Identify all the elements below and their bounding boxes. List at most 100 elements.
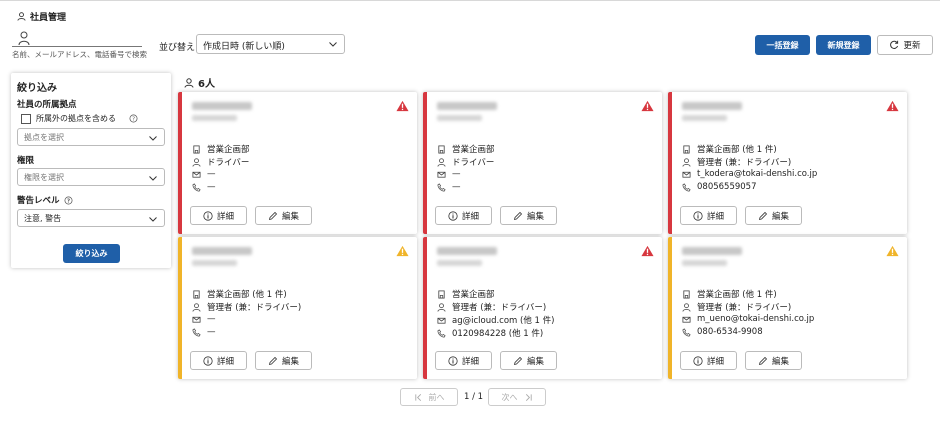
employee-card: 営業企画部 (他 1 件) 管理者 (兼：ドライバー) t_kodera@tok…: [668, 92, 907, 234]
warning-level-bar: [423, 92, 427, 234]
employee-kana-blurred: [437, 115, 482, 121]
role-text: 管理者 (兼：ドライバー): [452, 303, 547, 313]
warning-level-bar: [668, 92, 672, 234]
employee-kana-blurred: [682, 260, 727, 266]
warning-level-select-value: 注意, 警告: [24, 214, 62, 223]
edit-button[interactable]: 編集: [500, 206, 557, 225]
phone-row: —: [437, 182, 461, 192]
pencil-icon: [513, 356, 523, 365]
prev-page-label: 前へ: [428, 392, 445, 402]
edit-button-label: 編集: [771, 356, 789, 367]
prev-page-button[interactable]: 前へ: [400, 388, 458, 406]
info-icon: [203, 355, 213, 366]
department-text: 営業企画部: [452, 145, 495, 155]
department-row: 営業企画部 (他 1 件): [682, 288, 777, 300]
refresh-button-label: 更新: [903, 41, 921, 51]
department-text: 営業企画部: [207, 145, 250, 155]
search-input-underline[interactable]: [12, 46, 142, 47]
phone-text: 0120984228 (他 1 件): [452, 329, 544, 339]
edit-button[interactable]: 編集: [745, 206, 802, 225]
location-select[interactable]: 拠点を選択: [17, 128, 165, 146]
info-icon: [203, 210, 213, 221]
email-row: —: [437, 169, 461, 179]
pencil-icon: [758, 211, 768, 220]
detail-button[interactable]: 詳細: [680, 206, 737, 225]
detail-button[interactable]: 詳細: [435, 351, 492, 370]
refresh-button[interactable]: 更新: [877, 35, 933, 55]
detail-button-label: 詳細: [216, 211, 234, 222]
employee-name-blurred: [437, 247, 497, 255]
email-row: —: [192, 169, 216, 179]
warning-level-select[interactable]: 注意, 警告: [17, 209, 165, 227]
department-row: 営業企画部: [192, 143, 250, 155]
warning-icon: [641, 100, 654, 112]
phone-text: 080-6534-9908: [697, 327, 763, 337]
search-field[interactable]: 名前、メールアドレス、電話番号で検索: [12, 30, 147, 60]
help-icon[interactable]: ?: [64, 196, 73, 205]
detail-button[interactable]: 詳細: [190, 206, 247, 225]
checkbox-box[interactable]: [21, 113, 31, 124]
detail-button[interactable]: 詳細: [435, 206, 492, 225]
detail-button-label: 詳細: [706, 356, 724, 367]
edit-button-label: 編集: [281, 356, 299, 367]
employee-card: 営業企画部 ドライバー — — 詳細 編集: [423, 92, 662, 234]
edit-button-label: 編集: [771, 211, 789, 222]
employee-name-blurred: [192, 247, 252, 255]
role-row: 管理者 (兼：ドライバー): [437, 301, 546, 313]
mail-icon: [682, 316, 691, 323]
filter-panel: 絞り込み 社員の所属拠点 所属外の拠点を含める ? 拠点を選択 権限 権限を選択…: [11, 73, 171, 268]
page-indicator: 1 / 1: [464, 392, 484, 402]
department-row: 営業企画部: [437, 143, 495, 155]
phone-icon: [682, 327, 691, 336]
edit-button[interactable]: 編集: [255, 351, 312, 370]
department-row: 営業企画部: [437, 288, 495, 300]
user-icon: [184, 77, 194, 88]
detail-button-label: 詳細: [216, 356, 234, 367]
department-text: 営業企画部 (他 1 件): [697, 290, 777, 300]
apply-filter-button[interactable]: 絞り込み: [63, 244, 120, 263]
employee-kana-blurred: [192, 260, 237, 266]
include-other-checkbox[interactable]: 所属外の拠点を含める ?: [21, 113, 138, 124]
role-row: 管理者 (兼：ドライバー): [192, 301, 301, 313]
new-register-button[interactable]: 新規登録: [816, 35, 871, 55]
sort-select[interactable]: 作成日時 (新しい順): [196, 34, 345, 54]
next-page-button[interactable]: 次へ: [488, 388, 546, 406]
role-text: 管理者 (兼：ドライバー): [697, 158, 792, 168]
role-text: ドライバー: [207, 158, 250, 168]
phone-row: 080-6534-9908: [682, 327, 763, 337]
page-title: 社員管理: [17, 10, 66, 23]
warning-level-bar: [423, 237, 427, 379]
role-select[interactable]: 権限を選択: [17, 168, 165, 186]
edit-button[interactable]: 編集: [500, 351, 557, 370]
edit-button-label: 編集: [526, 356, 544, 367]
role-text: 管理者 (兼：ドライバー): [697, 303, 792, 313]
email-row: t_kodera@tokai-denshi.co.jp: [682, 169, 817, 179]
building-icon: [438, 289, 445, 299]
email-text: ag@icloud.com (他 1 件): [452, 316, 555, 326]
edit-button-label: 編集: [281, 211, 299, 222]
detail-button[interactable]: 詳細: [190, 351, 247, 370]
detail-button[interactable]: 詳細: [680, 351, 737, 370]
employee-card: 営業企画部 (他 1 件) 管理者 (兼：ドライバー) m_ueno@tokai…: [668, 237, 907, 379]
warning-level-bar: [178, 237, 182, 379]
employee-card: 営業企画部 ドライバー — — 詳細 編集: [178, 92, 417, 234]
info-icon: [448, 210, 458, 221]
location-select-placeholder: 拠点を選択: [24, 133, 64, 142]
detail-button-label: 詳細: [461, 356, 479, 367]
pencil-icon: [758, 356, 768, 365]
phone-icon: [192, 182, 201, 191]
edit-button[interactable]: 編集: [745, 351, 802, 370]
bulk-register-button[interactable]: 一括登録: [755, 35, 810, 55]
phone-row: —: [192, 182, 216, 192]
phone-text: —: [452, 182, 461, 192]
phone-icon: [437, 182, 446, 191]
help-icon[interactable]: ?: [129, 114, 138, 123]
first-page-icon: [414, 393, 421, 401]
warning-icon: [886, 245, 899, 257]
detail-button-label: 詳細: [461, 211, 479, 222]
info-icon: [693, 210, 703, 221]
phone-icon: [437, 328, 446, 337]
warning-icon: [396, 245, 409, 257]
edit-button[interactable]: 編集: [255, 206, 312, 225]
page-title-text: 社員管理: [30, 13, 67, 23]
